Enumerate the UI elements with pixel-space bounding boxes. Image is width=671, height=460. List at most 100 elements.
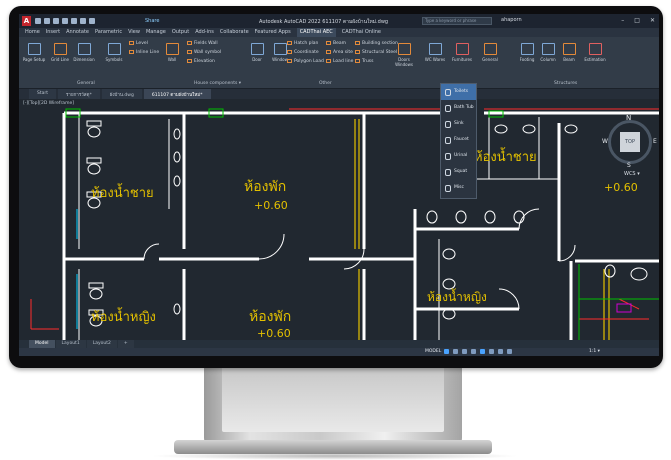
ribbon-tool[interactable]: Page Setup — [21, 41, 47, 79]
ribbon-tab[interactable]: Collaborate — [220, 28, 249, 37]
ribbon-small-button[interactable]: Level — [129, 40, 148, 47]
ribbon-tab[interactable]: Manage — [146, 28, 166, 37]
search-input[interactable]: Type a keyword or phrase — [422, 17, 492, 25]
share-button[interactable]: Share — [145, 18, 159, 24]
grid-line-icon — [53, 43, 67, 55]
dropdown-item-label: Squat — [454, 169, 468, 174]
dropdown-item[interactable]: Squat — [441, 164, 476, 180]
ribbon-small-button[interactable]: Polygon Load — [287, 58, 324, 65]
save-as-icon[interactable] — [62, 18, 68, 24]
ribbon-tool[interactable]: WC Wares — [422, 41, 448, 79]
ribbon-tab[interactable]: CADThai AEC — [296, 28, 336, 37]
new-file-icon[interactable] — [35, 18, 41, 24]
drawing-canvas[interactable]: ห้องน้ำชาย ห้องน้ำหญิง ห้องพัก ห้องพัก ห… — [19, 99, 659, 340]
ribbon-tab[interactable]: Annotate — [66, 28, 89, 37]
ribbon-small-button[interactable]: Elevation — [187, 58, 215, 65]
lineweight-toggle-icon[interactable] — [498, 349, 503, 354]
compass-south[interactable]: S — [627, 162, 631, 169]
document-tab[interactable]: Start — [29, 89, 56, 99]
print-icon[interactable] — [71, 18, 77, 24]
viewcube[interactable]: TOP N S W E — [602, 114, 658, 170]
ribbon-tool[interactable]: Estimation — [582, 41, 608, 79]
ribbon-small-button[interactable]: Hatch plan — [287, 40, 318, 47]
ribbon-tab[interactable]: Featured Apps — [255, 28, 291, 37]
osnap-toggle-icon[interactable] — [480, 349, 485, 354]
otrack-toggle-icon[interactable] — [489, 349, 494, 354]
ribbon-tab[interactable]: CADThai Online — [342, 28, 381, 37]
ribbon-small-button[interactable]: Structural Steel — [355, 49, 397, 56]
dropdown-item[interactable]: Misc — [441, 180, 476, 196]
layout-tab[interactable]: Layout2 — [86, 340, 117, 348]
ribbon-small-label: Area site — [333, 50, 353, 55]
ribbon-tab[interactable]: Add-ins — [195, 28, 214, 37]
save-icon[interactable] — [53, 18, 59, 24]
ribbon-panel-title[interactable]: Other — [319, 81, 332, 86]
ortho-toggle-icon[interactable] — [462, 349, 467, 354]
ribbon-tab[interactable]: View — [128, 28, 140, 37]
ribbon-tool[interactable]: Furnitures — [449, 41, 475, 79]
dropdown-item[interactable]: Urinal — [441, 148, 476, 164]
ribbon-tool[interactable]: General — [477, 41, 503, 79]
viewport-label[interactable]: [-][Top][2D Wireframe] — [23, 101, 74, 106]
compass-east[interactable]: E — [653, 138, 657, 145]
ribbon-tab[interactable]: Home — [25, 28, 40, 37]
footing-icon — [520, 43, 534, 55]
magenta-marks — [616, 303, 632, 313]
ribbon-panel-title[interactable]: General — [77, 81, 95, 86]
dropdown-item[interactable]: Bath Tub — [441, 100, 476, 116]
polar-toggle-icon[interactable] — [471, 349, 476, 354]
monitor-stand-base — [174, 440, 492, 454]
ribbon-small-button[interactable]: Truss — [355, 58, 373, 65]
redo-icon[interactable] — [89, 18, 95, 24]
compass-north[interactable]: N — [626, 114, 631, 122]
ribbon-small-button[interactable]: Coordinate — [287, 49, 319, 56]
annotation-scale[interactable]: 1:1 ▾ — [589, 349, 600, 354]
ribbon-tab[interactable]: Output — [172, 28, 189, 37]
wcs-dropdown[interactable]: WCS ▾ — [624, 171, 640, 177]
ribbon-tool[interactable]: Beam — [556, 41, 582, 79]
layout-tab[interactable]: + — [117, 340, 134, 348]
snap-toggle-icon[interactable] — [453, 349, 458, 354]
viewcube-top-face[interactable]: TOP — [620, 132, 640, 152]
document-tab[interactable]: 611107 ตามผังบ้านใหม่* — [143, 89, 211, 99]
ribbon-panel-title[interactable]: House components ▾ — [194, 81, 241, 86]
ribbon-small-label: Polygon Load — [294, 59, 324, 64]
maximize-button[interactable]: □ — [634, 17, 640, 24]
document-tab[interactable]: ผังบ้าน.dwg — [101, 89, 142, 99]
ribbon-tool[interactable]: Symbols — [101, 41, 127, 79]
ribbon-small-button[interactable]: Area site — [326, 49, 353, 56]
dropdown-item[interactable]: Toilets — [441, 84, 476, 100]
grid-toggle-icon[interactable] — [444, 349, 449, 354]
undo-icon[interactable] — [80, 18, 86, 24]
ribbon-small-button[interactable]: Inline Line — [129, 49, 159, 56]
user-account[interactable]: ahaporn — [501, 17, 522, 23]
ribbon-small-button[interactable]: Wall symbol — [187, 49, 221, 56]
open-file-icon[interactable] — [44, 18, 50, 24]
command-icon — [326, 40, 331, 45]
ribbon-tab[interactable]: Parametric — [95, 28, 122, 37]
minimize-button[interactable]: – — [621, 17, 624, 24]
ribbon-small-button[interactable]: Building section — [355, 40, 398, 47]
transparency-toggle-icon[interactable] — [507, 349, 512, 354]
dropdown-item[interactable]: Faucet — [441, 132, 476, 148]
layout-tab[interactable]: Model — [29, 340, 55, 348]
autocad-logo-icon[interactable]: A — [22, 16, 31, 26]
layout-tab[interactable]: Layout1 — [55, 340, 86, 348]
ribbon-small-button[interactable]: Fields Wall — [187, 40, 218, 47]
ribbon-tab[interactable]: Insert — [46, 28, 60, 37]
compass-west[interactable]: W — [602, 138, 608, 145]
ribbon-tool[interactable]: Wall — [159, 41, 185, 79]
ribbon-small-button[interactable]: Beam — [326, 40, 346, 47]
ribbon-small-button[interactable]: Load line — [326, 58, 353, 65]
ribbon-tool[interactable]: Dimension — [71, 41, 97, 79]
dropdown-item[interactable]: Sink — [441, 116, 476, 132]
document-title: Autodesk AutoCAD 2022 611107 ตามผังบ้านใ… — [259, 19, 389, 25]
ribbon-panel-title[interactable]: Structures — [554, 81, 577, 86]
fixture-icon — [445, 152, 451, 160]
close-button[interactable]: ✕ — [650, 17, 655, 24]
model-space-button[interactable]: MODEL — [425, 349, 441, 354]
ribbon-tool[interactable]: Grid Line — [47, 41, 73, 79]
wc-wares-icon — [428, 43, 442, 55]
document-tab[interactable]: รายการวัสดุ* — [58, 89, 100, 99]
floor-plan[interactable]: ห้องน้ำชาย ห้องน้ำหญิง ห้องพัก ห้องพัก ห… — [19, 99, 659, 340]
